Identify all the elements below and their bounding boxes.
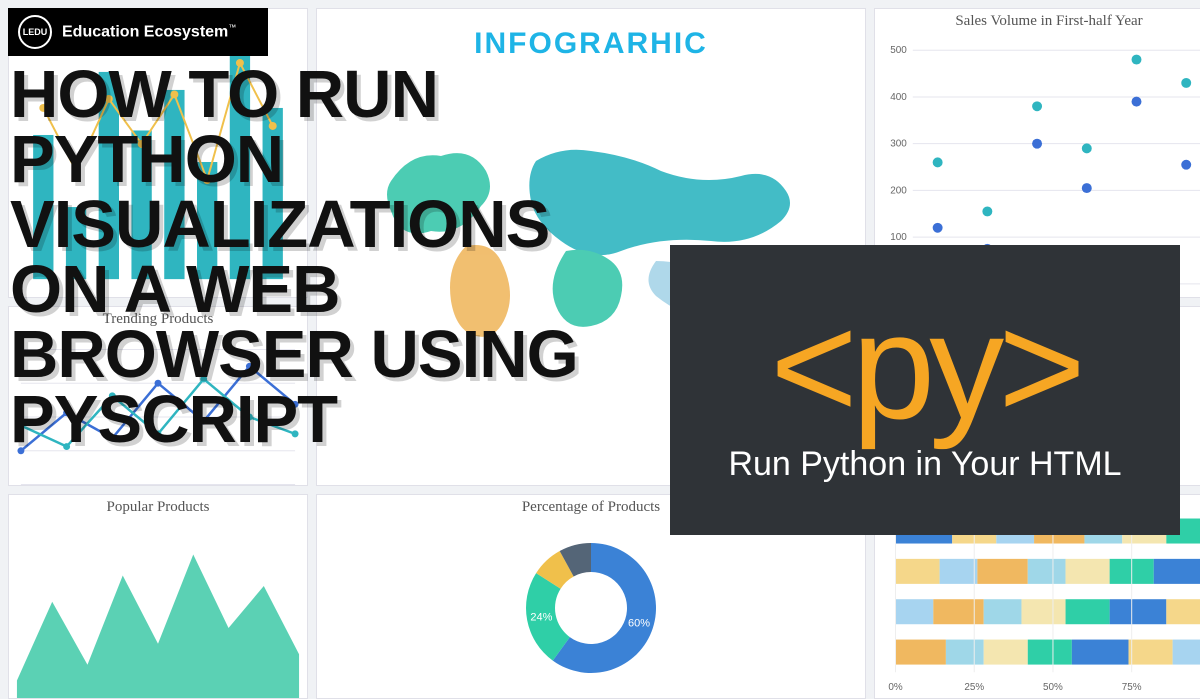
- brand-badge: LEDU Education Ecosystem™: [8, 8, 268, 56]
- popular-chart-card: Popular Products: [8, 494, 308, 699]
- svg-text:500: 500: [890, 45, 907, 56]
- svg-text:0%: 0%: [888, 682, 903, 693]
- svg-text:200: 200: [890, 185, 907, 196]
- svg-text:50%: 50%: [1043, 682, 1063, 693]
- donut-chart: 60% 24%: [511, 528, 671, 688]
- svg-text:25%: 25%: [964, 682, 984, 693]
- svg-text:24%: 24%: [530, 611, 552, 623]
- svg-text:75%: 75%: [1122, 682, 1142, 693]
- trademark-icon: ™: [228, 23, 236, 32]
- pyscript-promo-card: <py> Run Python in Your HTML: [670, 245, 1180, 535]
- hero-title: HOW TO RUN PYTHON VISUALIZATIONS ON A WE…: [10, 62, 630, 452]
- brand-logo-mark: LEDU: [23, 27, 48, 37]
- infographic-title: INFOGRARHIC: [317, 27, 865, 61]
- svg-text:400: 400: [890, 92, 907, 103]
- scatter-title: Sales Volume in First-half Year: [875, 9, 1200, 30]
- popular-title: Popular Products: [9, 495, 307, 516]
- svg-text:100: 100: [890, 232, 907, 243]
- brand-name: Education Ecosystem: [62, 23, 228, 40]
- svg-text:300: 300: [890, 139, 907, 150]
- pyscript-logo: <py>: [770, 297, 1080, 435]
- brand-logo-icon: LEDU: [18, 15, 52, 49]
- svg-text:60%: 60%: [628, 617, 650, 629]
- pyscript-tagline: Run Python in Your HTML: [728, 445, 1121, 484]
- area-chart: [9, 516, 307, 699]
